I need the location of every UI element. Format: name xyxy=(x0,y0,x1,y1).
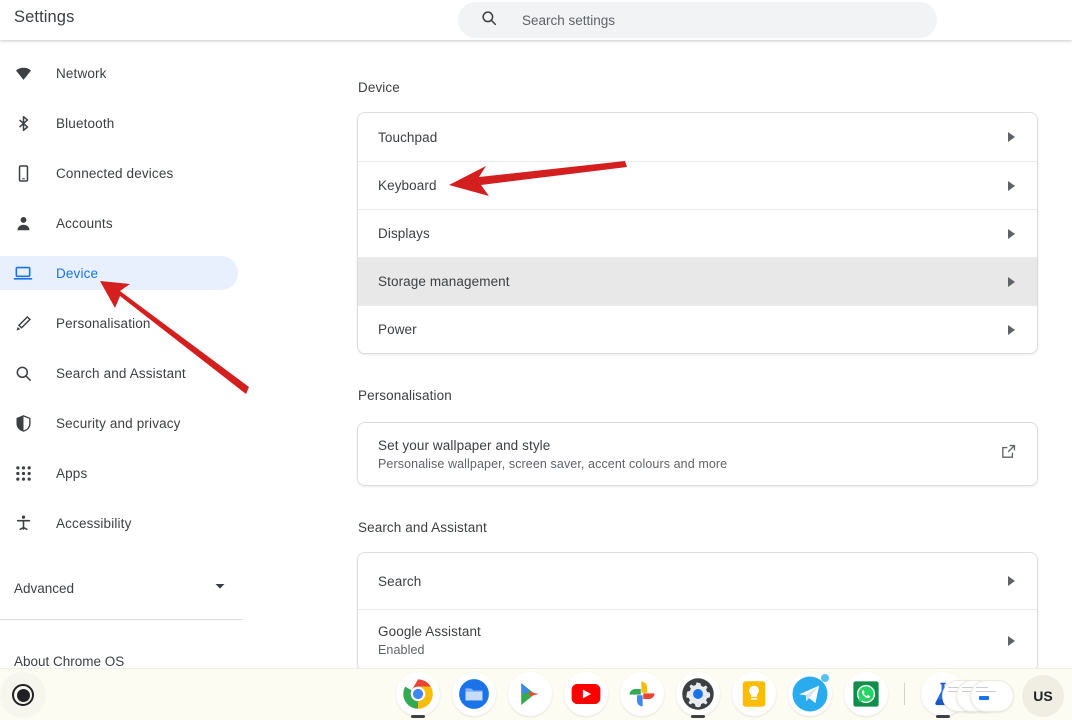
record-icon xyxy=(12,684,34,706)
row-displays[interactable]: Displays xyxy=(358,209,1037,257)
section-title-personalisation: Personalisation xyxy=(358,388,452,403)
chevron-down-icon xyxy=(214,579,226,597)
row-label: Storage management xyxy=(378,274,510,289)
sidebar: Network Bluetooth Connected devices xyxy=(0,40,246,668)
keyboard-layout-indicator[interactable]: US xyxy=(1022,675,1064,717)
row-label: Touchpad xyxy=(378,130,437,145)
sidebar-item-apps[interactable]: Apps xyxy=(0,456,238,490)
settings-content: Device Touchpad Keyboard Displays Storag… xyxy=(246,40,1072,668)
shelf-app-google-keep[interactable] xyxy=(732,672,776,716)
accessibility-icon xyxy=(12,512,34,534)
advanced-label: Advanced xyxy=(14,581,74,596)
window-previews[interactable] xyxy=(942,676,1014,716)
search-placeholder: Search settings xyxy=(522,13,615,28)
shelf-separator xyxy=(904,683,905,705)
open-in-new-icon[interactable] xyxy=(1000,443,1017,465)
row-label: Keyboard xyxy=(378,178,437,193)
chevron-right-icon xyxy=(1008,181,1015,191)
chevron-right-icon xyxy=(1008,325,1015,335)
grid-apps-icon xyxy=(12,462,34,484)
sidebar-item-network[interactable]: Network xyxy=(0,56,238,90)
sidebar-item-connected-devices[interactable]: Connected devices xyxy=(0,156,238,190)
sidebar-item-accounts[interactable]: Accounts xyxy=(0,206,238,240)
chevron-right-icon xyxy=(1008,229,1015,239)
chevron-right-icon xyxy=(1008,277,1015,287)
sidebar-item-label: Accounts xyxy=(56,216,113,231)
chevron-right-icon xyxy=(1008,636,1015,646)
search-input[interactable]: Search settings xyxy=(458,2,937,38)
row-sublabel: Enabled xyxy=(378,643,481,657)
row-label: Set your wallpaper and style xyxy=(378,438,727,453)
sidebar-item-device[interactable]: Device xyxy=(0,256,238,290)
sidebar-item-personalisation[interactable]: Personalisation xyxy=(0,306,238,340)
phone-icon xyxy=(12,162,34,184)
laptop-icon xyxy=(12,262,34,284)
shelf-app-play-store[interactable] xyxy=(508,672,552,716)
row-search[interactable]: Search xyxy=(358,553,1037,609)
row-label: Google Assistant xyxy=(378,624,481,639)
about-label: About Chrome OS xyxy=(14,654,124,669)
sidebar-item-label: Security and privacy xyxy=(56,416,181,431)
sidebar-divider xyxy=(0,619,243,620)
sidebar-item-advanced[interactable]: Advanced xyxy=(0,571,246,605)
device-card: Touchpad Keyboard Displays Storage manag… xyxy=(357,112,1038,354)
person-icon xyxy=(12,212,34,234)
section-title-search-and-assistant: Search and Assistant xyxy=(358,520,487,535)
running-indicator xyxy=(411,715,425,718)
row-power[interactable]: Power xyxy=(358,305,1037,353)
sidebar-item-label: Bluetooth xyxy=(56,116,114,131)
shelf-app-chrome[interactable] xyxy=(396,672,440,716)
pen-icon xyxy=(12,312,34,334)
system-tray: US xyxy=(942,675,1064,717)
search-icon xyxy=(480,9,498,32)
screen-capture-record-button[interactable] xyxy=(0,672,46,718)
row-storage-management[interactable]: Storage management xyxy=(358,257,1037,305)
sidebar-item-label: Search and Assistant xyxy=(56,366,186,381)
shield-icon xyxy=(12,412,34,434)
sidebar-item-search-and-assistant[interactable]: Search and Assistant xyxy=(0,356,238,390)
shelf-app-youtube[interactable] xyxy=(564,672,608,716)
row-label: Displays xyxy=(378,226,430,241)
search-assistant-card: Search Google Assistant Enabled xyxy=(357,552,1038,668)
chevron-right-icon xyxy=(1008,132,1015,142)
wifi-icon xyxy=(12,62,34,84)
row-keyboard[interactable]: Keyboard xyxy=(358,161,1037,209)
shelf-app-list xyxy=(396,672,965,716)
search-icon xyxy=(12,362,34,384)
shelf: US xyxy=(0,668,1072,720)
row-set-wallpaper-and-style[interactable]: Set your wallpaper and style Personalise… xyxy=(358,423,1037,485)
page-title: Settings xyxy=(14,8,74,27)
sidebar-item-bluetooth[interactable]: Bluetooth xyxy=(0,106,238,140)
sidebar-item-security-and-privacy[interactable]: Security and privacy xyxy=(0,406,238,440)
sidebar-item-accessibility[interactable]: Accessibility xyxy=(0,506,238,540)
sidebar-item-label: Device xyxy=(56,266,98,281)
section-title-device: Device xyxy=(358,80,400,95)
notification-badge xyxy=(821,674,829,682)
personalisation-card: Set your wallpaper and style Personalise… xyxy=(357,422,1038,486)
sidebar-item-label: Connected devices xyxy=(56,166,173,181)
running-indicator xyxy=(691,715,705,718)
row-label: Power xyxy=(378,322,417,337)
row-touchpad[interactable]: Touchpad xyxy=(358,113,1037,161)
shelf-app-settings[interactable] xyxy=(676,672,720,716)
chevron-right-icon xyxy=(1008,576,1015,586)
sidebar-item-label: Apps xyxy=(56,466,87,481)
row-google-assistant[interactable]: Google Assistant Enabled xyxy=(358,609,1037,668)
sidebar-item-label: Personalisation xyxy=(56,316,151,331)
app-header: Settings Search settings xyxy=(0,0,1072,40)
shelf-app-google-photos[interactable] xyxy=(620,672,664,716)
shelf-app-whatsapp[interactable] xyxy=(844,672,888,716)
row-sublabel: Personalise wallpaper, screen saver, acc… xyxy=(378,457,727,471)
shelf-app-files[interactable] xyxy=(452,672,496,716)
bluetooth-icon xyxy=(12,112,34,134)
row-label: Search xyxy=(378,574,421,589)
sidebar-item-label: Accessibility xyxy=(56,516,131,531)
settings-window: Settings Search settings Network Blu xyxy=(0,0,1072,720)
shelf-app-telegram[interactable] xyxy=(788,672,832,716)
sidebar-item-label: Network xyxy=(56,66,107,81)
